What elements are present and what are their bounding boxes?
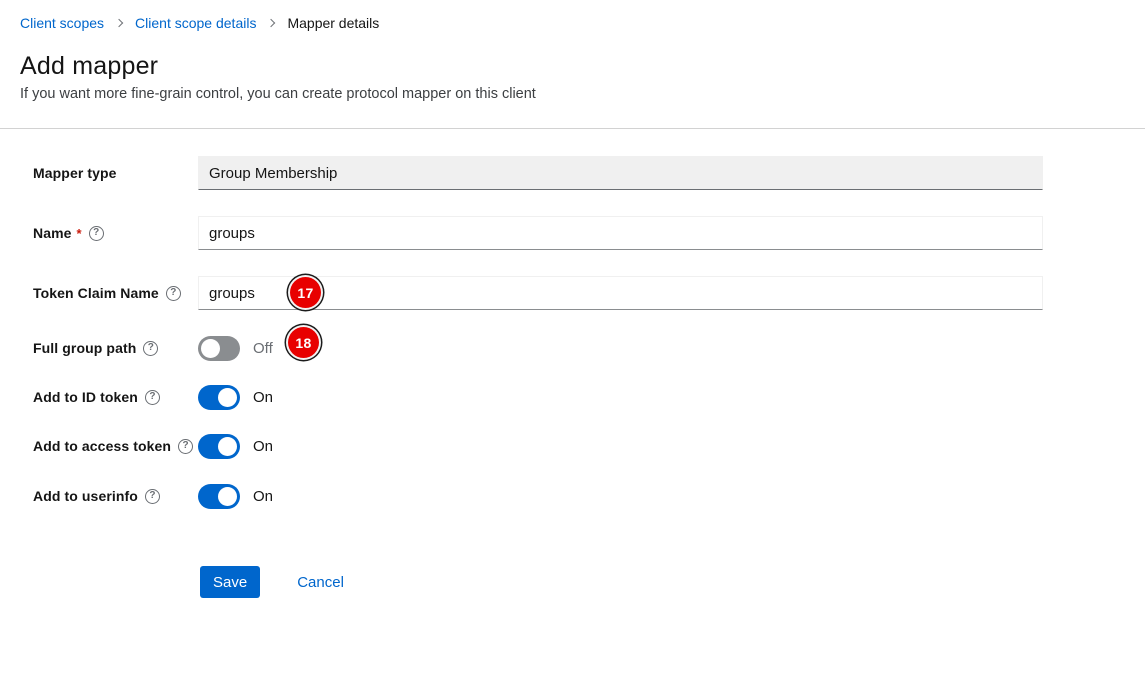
add-to-userinfo-state: On: [253, 488, 273, 505]
help-icon[interactable]: ?: [166, 286, 181, 301]
toggle-knob: [201, 339, 220, 358]
mapper-type-input[interactable]: [198, 156, 1043, 190]
form-actions: Save Cancel: [200, 566, 344, 598]
chevron-right-icon: [267, 19, 275, 27]
add-to-id-token-label: Add to ID token ?: [33, 389, 198, 405]
breadcrumb-client-scopes[interactable]: Client scopes: [20, 15, 104, 31]
annotation-mark-18: 18: [288, 327, 319, 358]
breadcrumb: Client scopes Client scope details Mappe…: [20, 15, 379, 31]
add-to-id-token-toggle[interactable]: [198, 385, 240, 410]
chevron-right-icon: [115, 19, 123, 27]
form-row-token-claim-name: Token Claim Name ?: [33, 276, 1043, 310]
add-to-userinfo-toggle[interactable]: [198, 484, 240, 509]
full-group-path-label: Full group path ?: [33, 340, 198, 356]
required-indicator: *: [77, 226, 82, 241]
annotation-mark-17: 17: [290, 277, 321, 308]
toggle-knob: [218, 437, 237, 456]
full-group-path-label-text: Full group path: [33, 340, 136, 356]
add-to-access-token-state: On: [253, 438, 273, 455]
token-claim-name-label: Token Claim Name ?: [33, 285, 198, 301]
save-button[interactable]: Save: [200, 566, 260, 598]
form-row-add-to-userinfo: Add to userinfo ? On: [33, 479, 273, 513]
mapper-type-label: Mapper type: [33, 165, 198, 181]
form-row-add-to-id-token: Add to ID token ? On: [33, 380, 273, 414]
help-icon[interactable]: ?: [143, 341, 158, 356]
name-input[interactable]: [198, 216, 1043, 250]
cancel-button[interactable]: Cancel: [297, 574, 344, 591]
toggle-knob: [218, 487, 237, 506]
help-icon[interactable]: ?: [145, 489, 160, 504]
add-to-access-token-label: Add to access token ?: [33, 438, 198, 454]
form-row-mapper-type: Mapper type: [33, 156, 1043, 190]
form-row-add-to-access-token: Add to access token ? On: [33, 429, 273, 463]
add-to-access-token-toggle[interactable]: [198, 434, 240, 459]
add-to-userinfo-label-text: Add to userinfo: [33, 488, 138, 504]
full-group-path-toggle[interactable]: [198, 336, 240, 361]
toggle-knob: [218, 388, 237, 407]
add-to-access-token-label-text: Add to access token: [33, 438, 171, 454]
page-subtitle: If you want more fine-grain control, you…: [20, 86, 536, 102]
help-icon[interactable]: ?: [89, 226, 104, 241]
full-group-path-state: Off: [253, 340, 273, 357]
page-title: Add mapper: [20, 52, 158, 81]
header-divider: [0, 128, 1145, 129]
mapper-type-label-text: Mapper type: [33, 165, 117, 181]
breadcrumb-mapper-details: Mapper details: [287, 15, 379, 31]
name-label-text: Name: [33, 225, 72, 241]
form-row-name: Name * ?: [33, 216, 1043, 250]
add-to-userinfo-label: Add to userinfo ?: [33, 488, 198, 504]
help-icon[interactable]: ?: [178, 439, 193, 454]
help-icon[interactable]: ?: [145, 390, 160, 405]
add-to-id-token-label-text: Add to ID token: [33, 389, 138, 405]
token-claim-name-label-text: Token Claim Name: [33, 285, 159, 301]
token-claim-name-input[interactable]: [198, 276, 1043, 310]
breadcrumb-client-scope-details[interactable]: Client scope details: [135, 15, 256, 31]
form-row-full-group-path: Full group path ? Off: [33, 331, 273, 365]
add-to-id-token-state: On: [253, 389, 273, 406]
name-label: Name * ?: [33, 225, 198, 241]
